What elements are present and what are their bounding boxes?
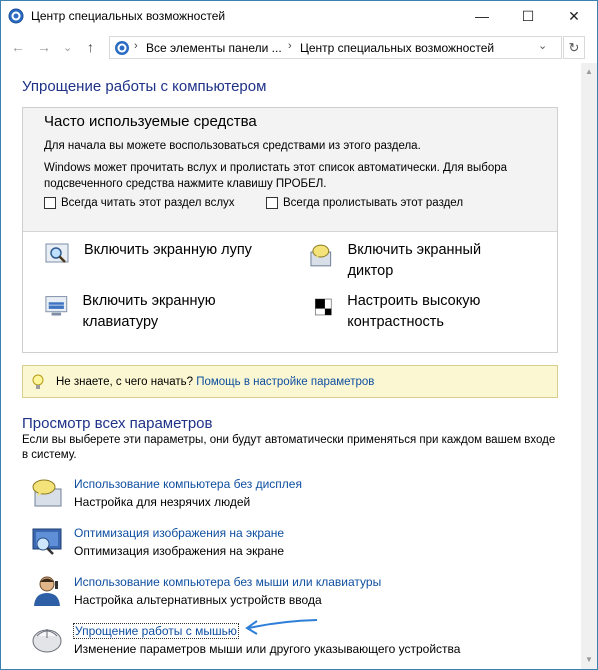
browse-description: Если вы выберете эти параметры, они буду… bbox=[22, 434, 556, 461]
read-aloud-label: Всегда читать этот раздел вслух bbox=[61, 197, 235, 209]
address-bar[interactable]: › Все элементы панели ... › Центр специа… bbox=[109, 36, 562, 59]
settings-link[interactable]: Использование компьютера без мыши или кл… bbox=[74, 575, 381, 589]
keyboard-icon bbox=[45, 296, 68, 316]
breadcrumb-all-items[interactable]: Все элементы панели ... bbox=[146, 41, 282, 55]
tool-label: Настроить высокую контрастность bbox=[347, 293, 481, 330]
quick-access-header: Часто используемые средства Для начала в… bbox=[23, 108, 557, 232]
lightbulb-icon bbox=[32, 374, 44, 389]
settings-sub: Оптимизация изображения на экране bbox=[74, 544, 285, 558]
quick-access-title: Часто используемые средства bbox=[44, 113, 257, 130]
magnifier-icon bbox=[45, 243, 69, 263]
close-button[interactable]: ✕ bbox=[551, 1, 597, 31]
tip-text: Не знаете, с чего начать? Помощь в настр… bbox=[56, 376, 374, 388]
control-panel-window: Центр специальных возможностей — ☐ ✕ ← →… bbox=[0, 0, 598, 670]
quick-access-panel: Часто используемые средства Для начала в… bbox=[22, 107, 558, 353]
help-setup-link[interactable]: Помощь в настройке параметров bbox=[196, 376, 374, 388]
tip-bar: Не знаете, с чего начать? Помощь в настр… bbox=[22, 365, 558, 398]
tool-label: Включить экранную клавиатуру bbox=[82, 293, 216, 330]
person-icon bbox=[34, 576, 60, 606]
recent-locations-chevron-icon[interactable]: ⌄ bbox=[63, 41, 72, 54]
title-bar[interactable]: Центр специальных возможностей — ☐ ✕ bbox=[1, 1, 597, 32]
refresh-icon[interactable]: ↻ bbox=[563, 36, 585, 59]
tool-label: Включить экранный диктор bbox=[347, 242, 482, 279]
breadcrumb-ease-of-access[interactable]: Центр специальных возможностей bbox=[300, 41, 494, 55]
contrast-icon bbox=[314, 298, 332, 316]
vertical-scrollbar[interactable]: ▲ ▼ bbox=[581, 63, 597, 669]
checkbox-box[interactable] bbox=[44, 197, 56, 209]
settings-sub: Настройка для незрячих людей bbox=[74, 495, 251, 509]
scroll-down-icon[interactable]: ▼ bbox=[585, 655, 593, 664]
forward-arrow-icon[interactable]: → bbox=[37, 39, 51, 55]
read-aloud-checkbox[interactable]: Всегда читать этот раздел вслух bbox=[44, 197, 235, 209]
tool-contrast[interactable]: Настроить высокую контрастность bbox=[313, 291, 533, 333]
tool-label: Включить экранную лупу bbox=[84, 242, 252, 258]
ease-heading: Упрощение работы с компьютером bbox=[22, 78, 267, 95]
checkbox-box[interactable] bbox=[266, 197, 278, 209]
main-content: Упрощение работы с компьютером Часто исп… bbox=[1, 63, 581, 669]
tool-narrator[interactable]: Включить экранный диктор bbox=[308, 240, 528, 282]
mouse-icon bbox=[32, 629, 62, 653]
narrator-icon bbox=[310, 244, 332, 267]
tool-keyboard[interactable]: Включить экранную клавиатуру bbox=[44, 291, 284, 333]
quick-access-line1: Для начала вы можете воспользоваться сре… bbox=[44, 140, 421, 152]
settings-link[interactable]: Использование компьютера без дисплея bbox=[74, 477, 302, 491]
breadcrumb-separator[interactable]: › bbox=[134, 40, 138, 52]
settings-link[interactable]: Упрощение работы с мышью bbox=[73, 623, 239, 639]
ease-of-access-icon bbox=[115, 41, 129, 55]
navigation-bar: ← → ⌄ ↑ › Все элементы панели ... › Цент… bbox=[1, 33, 597, 63]
annotation-arrow-icon bbox=[245, 619, 318, 635]
scroll-up-icon[interactable]: ▲ bbox=[585, 67, 593, 76]
settings-sub: Изменение параметров мыши или другого ук… bbox=[74, 642, 461, 656]
up-arrow-icon[interactable]: ↑ bbox=[87, 39, 94, 55]
settings-link[interactable]: Оптимизация изображения на экране bbox=[74, 526, 284, 540]
breadcrumb-separator[interactable]: › bbox=[288, 40, 292, 52]
ease-of-access-icon bbox=[8, 8, 24, 24]
maximize-button[interactable]: ☐ bbox=[505, 1, 551, 31]
browse-heading: Просмотр всех параметров bbox=[22, 415, 213, 432]
quick-access-line2: Windows может прочитать вслух и пролиста… bbox=[44, 162, 508, 190]
address-dropdown-icon[interactable]: ⌄ bbox=[538, 39, 547, 52]
auto-scan-checkbox[interactable]: Всегда пролистывать этот раздел bbox=[266, 197, 463, 209]
tip-question: Не знаете, с чего начать? bbox=[56, 376, 194, 388]
settings-sub: Настройка альтернативных устройств ввода bbox=[74, 593, 322, 607]
window-title: Центр специальных возможностей bbox=[31, 9, 226, 23]
tool-magnifier[interactable]: Включить экранную лупу bbox=[44, 240, 284, 270]
monitor-icon bbox=[32, 528, 62, 555]
speech-bubble-icon bbox=[32, 479, 62, 507]
auto-scan-label: Всегда пролистывать этот раздел bbox=[283, 197, 464, 209]
back-arrow-icon[interactable]: ← bbox=[11, 39, 25, 55]
minimize-button[interactable]: — bbox=[459, 1, 505, 31]
